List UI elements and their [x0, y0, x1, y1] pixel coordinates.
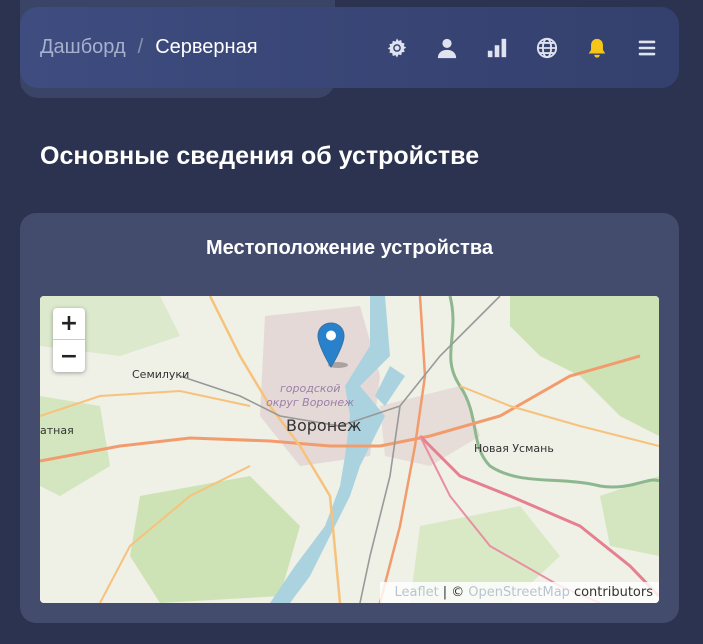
gear-icon[interactable]: [385, 36, 409, 60]
bell-icon[interactable]: [585, 36, 609, 60]
breadcrumb-separator: /: [137, 36, 144, 58]
device-location-card: Местоположение устройства + − Воронеж го…: [20, 213, 679, 623]
user-icon[interactable]: [435, 36, 459, 60]
signal-bars-icon[interactable]: [485, 36, 509, 60]
map-pin-icon[interactable]: [316, 321, 350, 369]
map-label-edge: атная: [40, 424, 74, 437]
map-label-city: Воронеж: [286, 416, 362, 435]
top-navbar: Дашборд / Серверная: [20, 7, 679, 88]
zoom-out-button[interactable]: −: [53, 340, 85, 372]
header-icons: [359, 36, 659, 60]
map-attribution: Leaflet | © OpenStreetMap contributors: [380, 582, 659, 603]
zoom-control: + −: [53, 308, 85, 372]
map-label-semiluki: Семилуки: [132, 368, 190, 381]
attribution-contributors: contributors: [573, 585, 653, 600]
breadcrumb: Дашборд / Серверная: [40, 36, 258, 59]
breadcrumb-current: Серверная: [155, 36, 258, 58]
leaflet-link[interactable]: Leaflet: [394, 585, 438, 600]
breadcrumb-root[interactable]: Дашборд: [40, 36, 126, 59]
map-label-district-1: городской: [280, 382, 341, 395]
attribution-sep: | ©: [442, 585, 465, 600]
globe-icon[interactable]: [535, 36, 559, 60]
map-view[interactable]: + − Воронеж городской округ Воронеж Семи…: [40, 296, 659, 603]
menu-icon[interactable]: [635, 36, 659, 60]
osm-link[interactable]: OpenStreetMap: [468, 585, 570, 600]
map-label-district-2: округ Воронеж: [266, 396, 354, 409]
map-label-novaya-usman: Новая Усмань: [474, 442, 554, 455]
card-title: Местоположение устройства: [205, 237, 494, 259]
page-title: Основные сведения об устройстве: [40, 142, 480, 170]
zoom-in-button[interactable]: +: [53, 308, 85, 340]
